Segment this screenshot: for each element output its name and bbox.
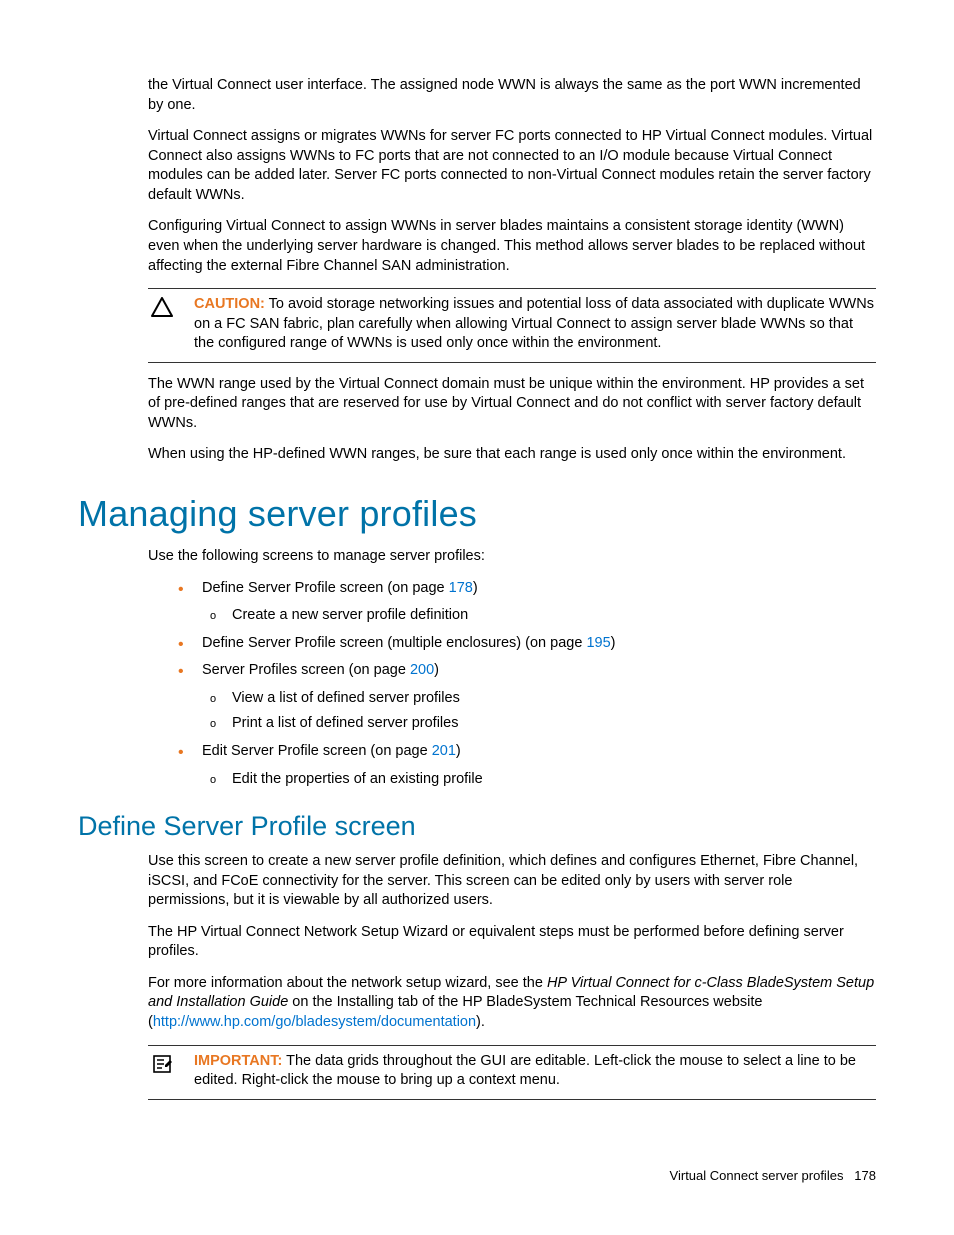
paragraph: the Virtual Connect user interface. The …: [148, 76, 876, 115]
caution-text: CAUTION: To avoid storage networking iss…: [194, 295, 876, 354]
sub-item: Create a new server profile definition: [208, 606, 876, 626]
caution-icon: [148, 295, 176, 354]
paragraph: The WWN range used by the Virtual Connec…: [148, 375, 876, 434]
text: ).: [476, 1014, 485, 1030]
caution-body: To avoid storage networking issues and p…: [194, 296, 874, 351]
page-link[interactable]: 201: [432, 743, 456, 759]
list-text: Server Profiles screen (on page: [202, 662, 410, 678]
list-item: Edit Server Profile screen (on page 201)…: [178, 742, 876, 789]
sub-item: Print a list of defined server profiles: [208, 714, 876, 734]
paragraph: The HP Virtual Connect Network Setup Wiz…: [148, 923, 876, 962]
paragraph: Virtual Connect assigns or migrates WWNs…: [148, 127, 876, 205]
sub-list: Edit the properties of an existing profi…: [208, 770, 876, 790]
document-page: the Virtual Connect user interface. The …: [0, 0, 954, 1100]
footer-text: Virtual Connect server profiles: [670, 1168, 844, 1183]
paragraph: Use the following screens to manage serv…: [148, 547, 876, 567]
page-link[interactable]: 178: [449, 580, 473, 596]
page-link[interactable]: 200: [410, 662, 434, 678]
list-item: Server Profiles screen (on page 200) Vie…: [178, 661, 876, 734]
sub-item: View a list of defined server profiles: [208, 689, 876, 709]
caution-callout: CAUTION: To avoid storage networking iss…: [148, 288, 876, 363]
sub-item: Edit the properties of an existing profi…: [208, 770, 876, 790]
list-text: ): [611, 635, 616, 651]
page-footer: Virtual Connect server profiles 178: [670, 1168, 876, 1183]
paragraph: Configuring Virtual Connect to assign WW…: [148, 217, 876, 276]
caution-label: CAUTION:: [194, 296, 265, 312]
list-text: ): [473, 580, 478, 596]
list-item: Define Server Profile screen (on page 17…: [178, 579, 876, 626]
list-text: Define Server Profile screen (multiple e…: [202, 635, 586, 651]
paragraph: Use this screen to create a new server p…: [148, 852, 876, 911]
paragraph: When using the HP-defined WWN ranges, be…: [148, 445, 876, 465]
footer-page-number: 178: [854, 1168, 876, 1183]
list-item: Define Server Profile screen (multiple e…: [178, 634, 876, 654]
list-text: ): [434, 662, 439, 678]
list-text: Edit Server Profile screen (on page: [202, 743, 432, 759]
important-body: The data grids throughout the GUI are ed…: [194, 1053, 856, 1089]
important-callout: IMPORTANT: The data grids throughout the…: [148, 1045, 876, 1100]
text: For more information about the network s…: [148, 975, 547, 991]
paragraph: For more information about the network s…: [148, 974, 876, 1033]
important-label: IMPORTANT:: [194, 1053, 282, 1069]
heading-managing-server-profiles: Managing server profiles: [78, 493, 876, 535]
list-text: Define Server Profile screen (on page: [202, 580, 449, 596]
important-text: IMPORTANT: The data grids throughout the…: [194, 1052, 876, 1091]
page-link[interactable]: 195: [586, 635, 610, 651]
sub-list: View a list of defined server profiles P…: [208, 689, 876, 734]
sub-list: Create a new server profile definition: [208, 606, 876, 626]
heading-define-server-profile: Define Server Profile screen: [78, 811, 876, 842]
url-link[interactable]: http://www.hp.com/go/bladesystem/documen…: [153, 1014, 476, 1030]
bullet-list: Define Server Profile screen (on page 17…: [178, 579, 876, 790]
important-icon: [148, 1052, 176, 1091]
list-text: ): [456, 743, 461, 759]
